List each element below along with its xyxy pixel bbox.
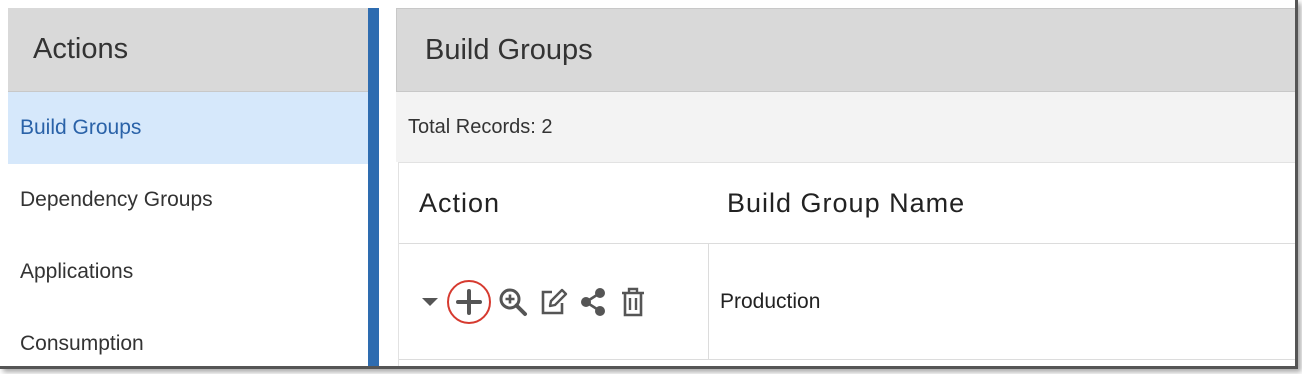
main-panel: Build Groups Total Records: 2 Action Bui… xyxy=(396,8,1295,366)
zoom-in-icon[interactable] xyxy=(497,286,529,318)
sidebar-title: Actions xyxy=(8,8,368,92)
edit-icon[interactable] xyxy=(537,286,569,318)
build-group-name-cell: Production xyxy=(709,244,1295,359)
sidebar-item-build-groups[interactable]: Build Groups xyxy=(8,92,368,164)
actions-sidebar: Actions Build Groups Dependency Groups A… xyxy=(8,8,368,366)
app-window: Actions Build Groups Dependency Groups A… xyxy=(0,0,1298,369)
total-records: Total Records: 2 xyxy=(396,92,1295,162)
caret-down-icon[interactable] xyxy=(419,286,441,318)
sidebar-item-dependency-groups[interactable]: Dependency Groups xyxy=(8,164,368,236)
table-header: Action Build Group Name xyxy=(399,163,1295,244)
table-row: Production xyxy=(399,244,1295,360)
column-header-action[interactable]: Action xyxy=(399,188,709,219)
sidebar-item-applications[interactable]: Applications xyxy=(8,236,368,308)
column-header-build-group-name[interactable]: Build Group Name xyxy=(709,188,965,219)
build-groups-table: Action Build Group Name Production xyxy=(398,162,1295,366)
page-title: Build Groups xyxy=(396,8,1295,92)
trash-icon[interactable] xyxy=(617,286,649,318)
share-icon[interactable] xyxy=(577,286,609,318)
sidebar-item-consumption[interactable]: Consumption xyxy=(8,308,368,366)
panel-divider xyxy=(368,8,379,366)
plus-icon[interactable] xyxy=(447,279,491,324)
row-actions xyxy=(399,244,709,359)
